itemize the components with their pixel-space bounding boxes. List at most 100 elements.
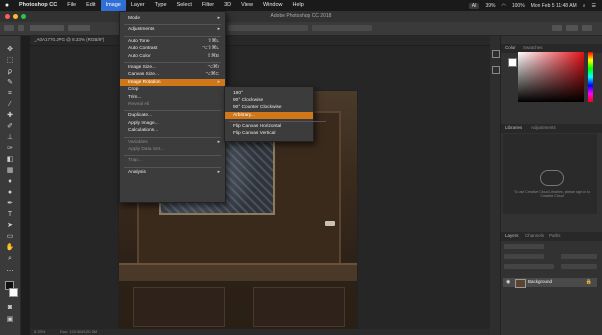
quick-mask-icon[interactable]: ◙ [5, 304, 15, 311]
workspace-button[interactable] [566, 25, 578, 31]
battery-readout[interactable]: 100% [512, 3, 525, 9]
menu-item-flip-canvas-vertical[interactable]: Flip Canvas Vertical [225, 130, 313, 137]
lock-controls[interactable] [504, 264, 554, 269]
blur-tool-icon[interactable]: ♦ [5, 178, 15, 185]
type-tool-icon[interactable]: T [5, 211, 15, 218]
menu-item-auto-color[interactable]: Auto Color ⇧⌘B [120, 53, 225, 60]
menu-item-mode[interactable]: Mode ▸ [120, 15, 225, 22]
crop-tool-icon[interactable]: ⌗ [5, 90, 15, 97]
menu-3d[interactable]: 3D [219, 0, 236, 11]
opacity-field[interactable] [561, 254, 597, 259]
menu-item-90-counter-clockwise[interactable]: 90° Counter Clockwise [225, 104, 313, 111]
menu-select[interactable]: Select [172, 0, 197, 11]
doc-size-readout[interactable]: Doc: 120.5M/120.5M [60, 329, 97, 334]
fill-field[interactable] [561, 264, 597, 269]
share-button[interactable] [582, 25, 592, 31]
tab-layers[interactable]: Layers [505, 233, 519, 238]
properties-panel-icon[interactable] [492, 66, 500, 74]
menu-item-duplicate[interactable]: Duplicate... [120, 112, 225, 119]
search-button[interactable] [552, 25, 562, 31]
visibility-eye-icon[interactable]: ◉ [506, 279, 510, 285]
home-icon[interactable] [4, 25, 14, 31]
lasso-tool-icon[interactable]: ϼ [5, 68, 15, 75]
quick-select-tool-icon[interactable]: ✎ [5, 79, 15, 86]
menu-edit[interactable]: Edit [81, 0, 100, 11]
history-panel-icon[interactable] [492, 50, 500, 58]
menu-item-canvas-size[interactable]: Canvas Size... ⌥⌘C [120, 71, 225, 78]
menu-item-adjustments[interactable]: Adjustments ▸ [120, 26, 225, 33]
menu-separator [124, 110, 221, 112]
tool-preset-icon[interactable] [18, 25, 24, 31]
eraser-tool-icon[interactable]: ◧ [5, 156, 15, 163]
menu-item-apply-image[interactable]: Apply Image... [120, 120, 225, 127]
color-panel-foreground-swatch[interactable] [508, 58, 517, 67]
menu-photoshop[interactable]: Photoshop CC [14, 0, 62, 11]
menu-image[interactable]: Image [100, 0, 126, 11]
menu-item-crop[interactable]: Crop [120, 86, 225, 93]
menu-item-image-rotation[interactable]: Image Rotation ▸ [120, 78, 225, 86]
menu-view[interactable]: View [236, 0, 258, 11]
menu-item-calculations[interactable]: Calculations... [120, 127, 225, 134]
adobe-icon[interactable]: AI [468, 2, 480, 9]
menu-type[interactable]: Type [150, 0, 172, 11]
wifi-icon[interactable]: ◠ [501, 3, 505, 9]
blend-mode-select[interactable] [504, 254, 544, 259]
layer-row[interactable]: ◉ Background 🔒 [503, 278, 597, 288]
path-select-icon[interactable]: ➤ [5, 222, 15, 229]
distribute-controls[interactable] [312, 25, 372, 31]
move-tool-icon[interactable]: ✥ [5, 46, 15, 53]
menu-item-auto-contrast[interactable]: Auto Contrast ⌥⇧⌘L [120, 45, 225, 52]
menu-item-arbitrary[interactable]: Arbitrary... [225, 111, 313, 119]
menu-item-90-clockwise[interactable]: 90° Clockwise [225, 97, 313, 104]
tab-adjustments[interactable]: Adjustments [531, 125, 556, 130]
dodge-tool-icon[interactable]: ● [5, 189, 15, 196]
zoom-readout[interactable]: 8.33% [34, 329, 45, 334]
search-icon[interactable]: ⌕ [583, 3, 586, 9]
menu-item-180[interactable]: 180° [225, 90, 313, 97]
menu-separator [124, 35, 221, 37]
apple-icon[interactable]: ● [0, 2, 14, 9]
menu-item-analysis[interactable]: Analysis ▸ [120, 169, 225, 176]
eyedropper-tool-icon[interactable]: ⁄ [5, 101, 15, 108]
layer-filter-select[interactable] [504, 244, 544, 249]
menu-window[interactable]: Window [258, 0, 288, 11]
menu-item-flip-canvas-horizontal[interactable]: Flip Canvas Horizontal [225, 123, 313, 130]
menu-item-image-size[interactable]: Image Size... ⌥⌘I [120, 64, 225, 71]
align-controls[interactable] [228, 25, 308, 31]
marquee-tool-icon[interactable]: ⬚ [5, 57, 15, 64]
tab-paths[interactable]: Paths [549, 233, 561, 238]
clone-stamp-icon[interactable]: ⊥ [5, 134, 15, 141]
zoom-tool-icon[interactable]: ⌕ [5, 255, 15, 262]
menu-filter[interactable]: Filter [197, 0, 219, 11]
gradient-tool-icon[interactable]: ▦ [5, 167, 15, 174]
screen-mode-icon[interactable]: ▣ [5, 316, 15, 323]
menu-file[interactable]: File [62, 0, 81, 11]
tab-channels[interactable]: Channels [525, 233, 544, 238]
wood-ledge [119, 263, 357, 281]
history-brush-icon[interactable]: ✑ [5, 145, 15, 152]
menu-item-trim[interactable]: Trim... [120, 94, 225, 101]
menu-item-auto-tone[interactable]: Auto Tone ⇧⌘L [120, 38, 225, 45]
pen-tool-icon[interactable]: ✒ [5, 200, 15, 207]
healing-brush-icon[interactable]: ✚ [5, 112, 15, 119]
tab-swatches[interactable]: Swatches [523, 45, 543, 50]
tab-libraries[interactable]: Libraries [505, 125, 522, 130]
hand-tool-icon[interactable]: ✋ [5, 244, 15, 251]
document-tab[interactable]: _A0A1770.JPG @ 8.33% (RGB/8*) [34, 37, 104, 42]
more-tools-icon[interactable]: ⋯ [5, 268, 15, 275]
color-picker-field[interactable] [518, 52, 584, 102]
clock[interactable]: Mon Feb 5 11:48 AM [531, 3, 577, 9]
sample-select[interactable] [68, 25, 90, 31]
menu-item-apply-data-set: Apply Data Set... [120, 146, 225, 153]
hue-slider[interactable] [588, 52, 593, 102]
menu-item-label: Apply Data Set... [128, 147, 164, 152]
brush-tool-icon[interactable]: ✐ [5, 123, 15, 130]
shape-tool-icon[interactable]: ▭ [5, 233, 15, 240]
tab-color[interactable]: Color [505, 45, 516, 50]
list-icon[interactable]: ☰ [592, 3, 596, 9]
layer-name[interactable]: Background [528, 279, 552, 284]
mode-select[interactable] [30, 25, 64, 31]
background-color-swatch[interactable] [9, 288, 18, 297]
menu-layer[interactable]: Layer [126, 0, 150, 11]
menu-help[interactable]: Help [288, 0, 309, 11]
